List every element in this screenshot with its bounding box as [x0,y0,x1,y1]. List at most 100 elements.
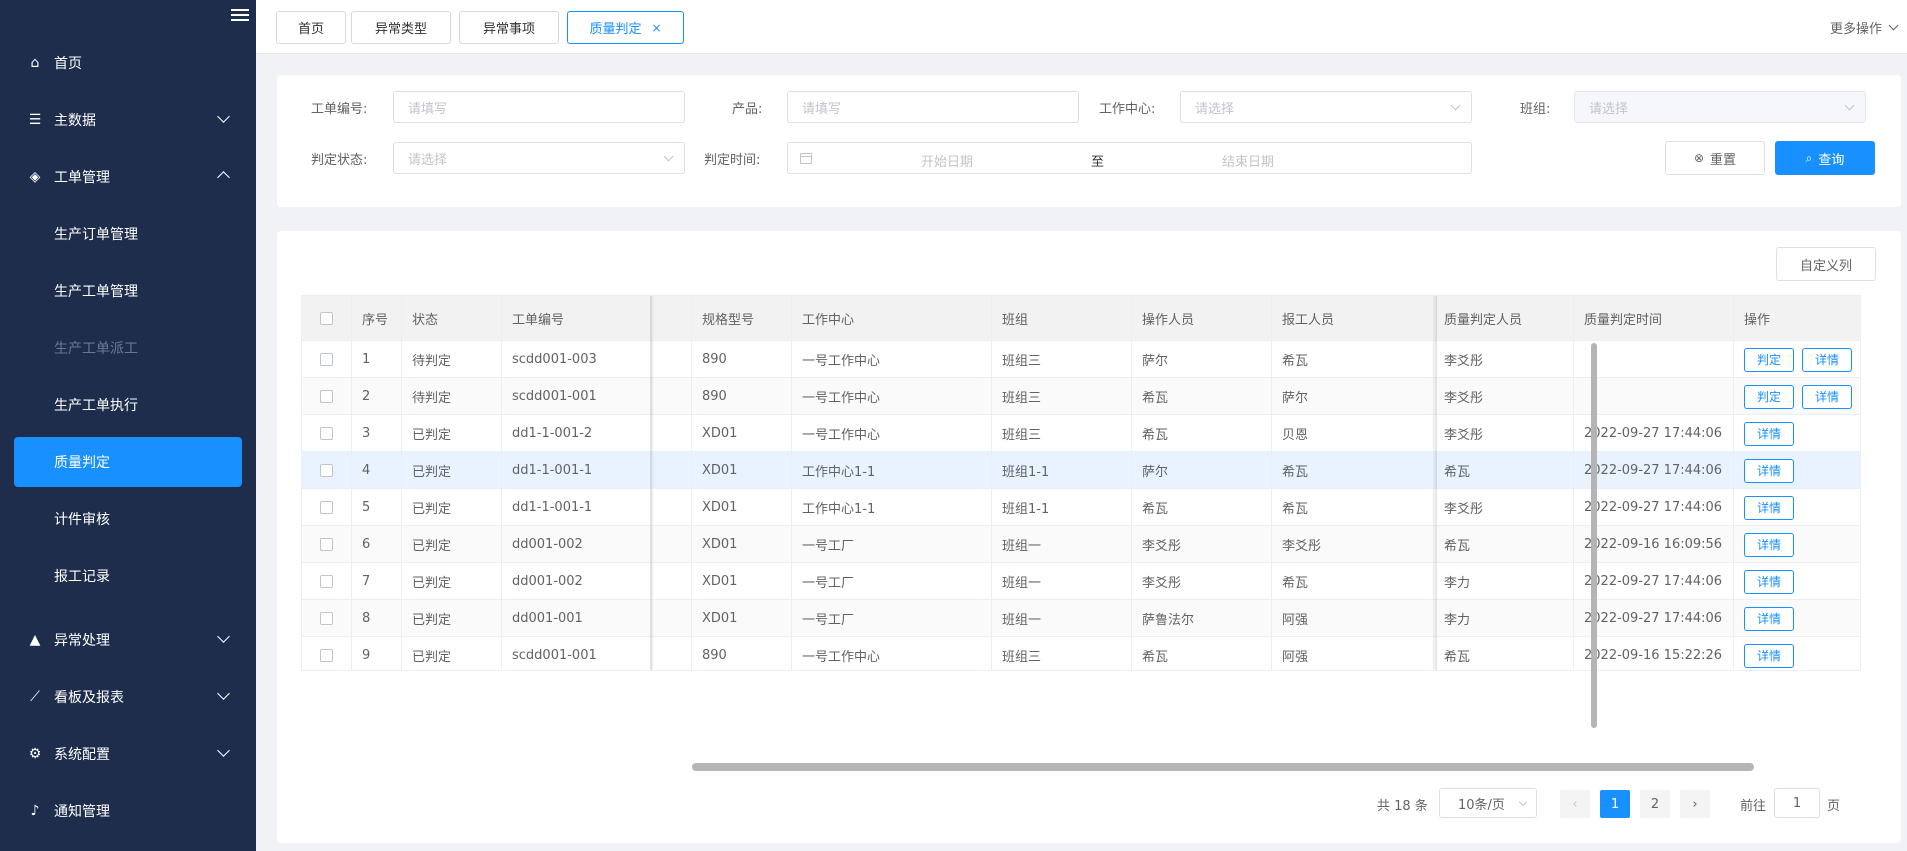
page-suffix: 页 [1827,798,1841,814]
table-row[interactable]: 7 已判定 dd001-002 XD01 一号工厂 班组一 李爻彤 希瓦 李力 2022-09-2… [302,563,1860,600]
status-label: 判定状态: [311,153,368,168]
date-separator: 至 [1091,155,1105,170]
tab-home[interactable]: 首页 [276,11,346,44]
cell-order: dd001-001 [502,600,652,637]
detail-button[interactable]: 详情 [1744,532,1795,557]
cell-order: dd1-1-001-2 [502,415,652,452]
table-row[interactable]: 9 已判定 scdd001-001 890 一号工作中心 班组三 希瓦 阿强 希瓦 2022-09… [302,637,1860,670]
cell-rep: 阿强 [1272,600,1434,637]
workcenter-select[interactable]: 请选择 [1180,91,1472,123]
row-checkbox[interactable] [320,575,333,588]
detail-button[interactable]: 详情 [1744,606,1795,631]
data-table: 序号 状态 工单编号 规格型号 工作中心 班组 操作人员 报工人员 质量判定人员… [301,295,1861,671]
prev-page-button[interactable]: ‹ [1560,790,1590,818]
cell-rep: 李爻彤 [1272,526,1434,563]
submenu-workorder-exec[interactable]: 生产工单执行 [14,380,242,430]
menu-exception[interactable]: ▲ 异常处理 [14,615,242,665]
vertical-scrollbar[interactable] [1591,343,1597,728]
col-no: 序号 [352,296,402,341]
detail-button[interactable]: 详情 [1744,458,1795,483]
table-row[interactable]: 5 已判定 dd1-1-001-1 XD01 工作中心1-1 班组1-1 希瓦 希瓦 李爻彤 20… [302,489,1860,526]
cell-spec: 890 [692,637,792,670]
product-input[interactable]: 请填写 [787,91,1079,123]
cell-qj: 李爻彤 [1434,341,1574,378]
row-checkbox[interactable] [320,353,333,366]
cell-wc: 工作中心1-1 [792,452,992,489]
table-row[interactable]: 1 待判定 scdd001-003 890 一号工作中心 班组三 萨尔 希瓦 李爻彤 判定 详情 [302,341,1860,378]
select-all-checkbox[interactable] [320,312,333,325]
status-select[interactable]: 请选择 [393,142,685,174]
date-range-picker[interactable]: 开始日期 至 结束日期 [787,142,1472,174]
row-checkbox[interactable] [320,427,333,440]
table-row[interactable]: 6 已判定 dd001-002 XD01 一号工厂 班组一 李爻彤 李爻彤 希瓦 2022-09-… [302,526,1860,563]
settings-icon: ⚙ [28,746,42,762]
judge-button[interactable]: 判定 [1744,384,1795,409]
tab-quality-judgement[interactable]: 质量判定 × [567,11,684,44]
menu-dashboard[interactable]: ⟋ 看板及报表 [14,672,242,722]
cell-order: dd001-002 [502,563,652,600]
menu-notification[interactable]: ♪ 通知管理 [14,786,242,836]
table-row[interactable]: 3 已判定 dd1-1-001-2 XD01 一号工作中心 班组三 希瓦 贝恩 李爻彤 2022-… [302,415,1860,452]
horizontal-scrollbar[interactable] [692,763,1754,771]
table-row[interactable]: 4 已判定 dd1-1-001-1 XD01 工作中心1-1 班组1-1 萨尔 希瓦 希瓦 202… [302,452,1860,489]
page-size-select[interactable]: 10条/页 [1439,788,1537,818]
goto-page-input[interactable]: 1 [1774,788,1820,818]
detail-button[interactable]: 详情 [1744,643,1795,668]
menu-system[interactable]: ⚙ 系统配置 [14,729,242,779]
custom-columns-button[interactable]: 自定义列 [1776,247,1876,281]
row-checkbox[interactable] [320,612,333,625]
cell-op: 李爻彤 [1132,526,1272,563]
tab-exception-type[interactable]: 异常类型 [351,11,451,44]
query-button[interactable]: ⌕ 查询 [1775,141,1875,175]
cell-no: 5 [352,489,402,526]
detail-button[interactable]: 详情 [1802,384,1853,409]
submenu-production-workorder[interactable]: 生产工单管理 [14,266,242,316]
row-checkbox[interactable] [320,649,333,662]
cell-qj: 李力 [1434,563,1574,600]
detail-button[interactable]: 详情 [1744,569,1795,594]
row-checkbox[interactable] [320,464,333,477]
row-checkbox[interactable] [320,390,333,403]
cell-actions: 详情 [1734,526,1860,563]
detail-button[interactable]: 详情 [1802,347,1853,372]
submenu-piece-audit[interactable]: 计件审核 [14,494,242,544]
page-2-button[interactable]: 2 [1640,790,1670,818]
tab-exception-item[interactable]: 异常事项 [459,11,559,44]
judge-button[interactable]: 判定 [1744,347,1795,372]
cell-wc: 一号工厂 [792,526,992,563]
cell-order: scdd001-001 [502,637,652,670]
cell-actions: 详情 [1734,637,1860,670]
menu-home[interactable]: ⌂ 首页 [14,38,242,88]
cell-op: 希瓦 [1132,637,1272,670]
team-select[interactable]: 请选择 [1574,91,1866,123]
row-checkbox[interactable] [320,501,333,514]
detail-button[interactable]: 详情 [1744,495,1795,520]
submenu-production-order[interactable]: 生产订单管理 [14,209,242,259]
goto-label: 前往 [1740,798,1767,814]
cell-team: 班组一 [992,600,1132,637]
cell-status: 已判定 [402,489,502,526]
submenu-report-record[interactable]: 报工记录 [14,551,242,601]
cell-no: 9 [352,637,402,670]
team-placeholder: 请选择 [1589,101,1629,117]
next-page-button[interactable]: › [1680,790,1710,818]
row-checkbox[interactable] [320,538,333,551]
cell-hidden [652,526,692,563]
reset-button[interactable]: ⊗ 重置 [1665,141,1765,175]
col-order: 工单编号 [502,296,652,341]
more-ops-dropdown[interactable]: 更多操作 [1830,18,1899,37]
close-icon[interactable]: × [651,21,661,35]
table-row[interactable]: 2 待判定 scdd001-001 890 一号工作中心 班组三 希瓦 萨尔 李爻彤 判定 详情 [302,378,1860,415]
total-count: 共 18 条 [1377,798,1428,814]
submenu-workorder-dispatch[interactable]: 生产工单派工 [14,323,242,373]
hamburger-icon[interactable] [231,6,249,24]
menu-workorder[interactable]: ◈ 工单管理 [14,152,242,202]
detail-button[interactable]: 详情 [1744,421,1795,446]
cell-spec: XD01 [692,452,792,489]
col-qj-person: 质量判定人员 [1434,296,1574,341]
menu-master-data[interactable]: ☰ 主数据 [14,95,242,145]
table-row[interactable]: 8 已判定 dd001-001 XD01 一号工厂 班组一 萨鲁法尔 阿强 李力 2022-09-… [302,600,1860,637]
submenu-quality-judgement[interactable]: 质量判定 [14,437,242,487]
page-1-button[interactable]: 1 [1600,790,1630,818]
order-no-input[interactable]: 请填写 [393,91,685,123]
